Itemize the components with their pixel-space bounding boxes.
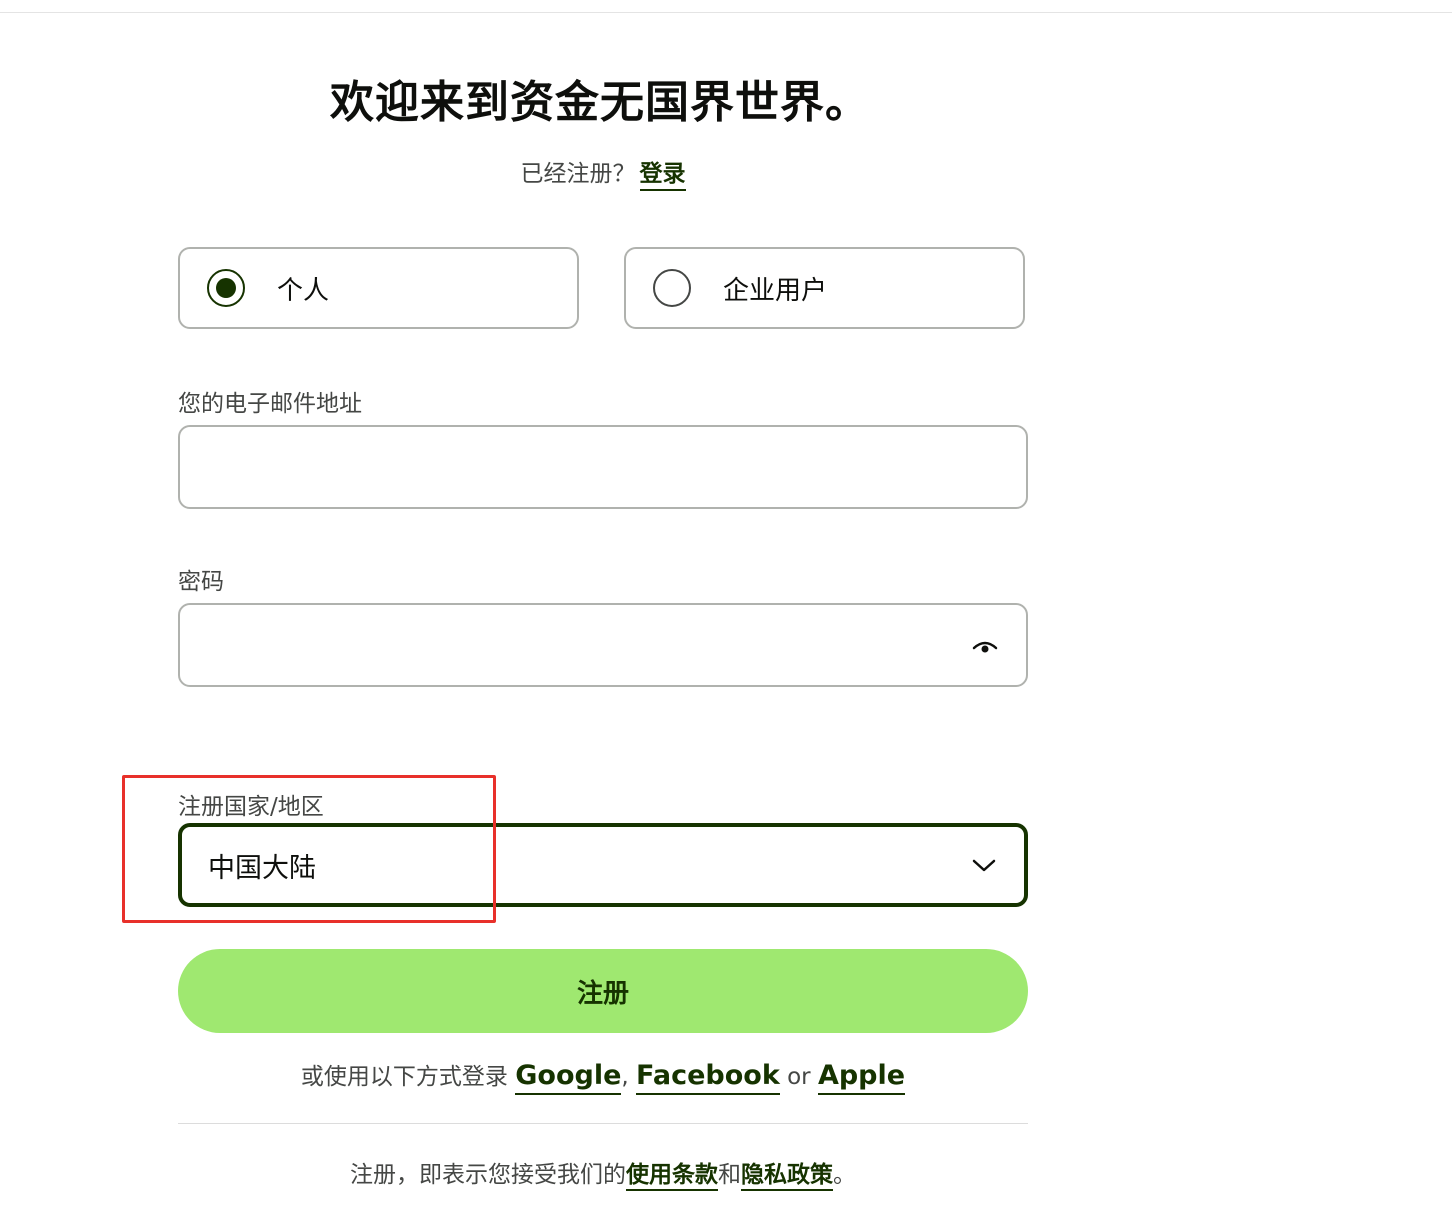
page-title: 欢迎来到资金无国界世界。 [330, 77, 870, 128]
country-label: 注册国家/地区 [178, 794, 324, 820]
terms-and: 和 [718, 1162, 741, 1188]
signin-prompt: 已经注册？ 登录 [0, 154, 1206, 191]
business-radio[interactable] [653, 269, 691, 307]
personal-radio[interactable] [207, 269, 245, 307]
terms-suffix: 。 [833, 1162, 856, 1188]
email-field[interactable] [178, 425, 1028, 509]
email-label: 您的电子邮件地址 [178, 391, 362, 417]
business-label: 企业用户 [723, 275, 828, 306]
social-login-prefix: 或使用以下方式登录 [300, 1064, 508, 1090]
top-divider [0, 12, 1452, 13]
google-login-link[interactable]: Google [515, 1060, 622, 1095]
apple-login-link[interactable]: Apple [817, 1060, 906, 1095]
login-link[interactable]: 登录 [639, 161, 686, 191]
country-select[interactable]: 中国大陆 [178, 823, 1028, 907]
password-field[interactable] [178, 603, 1028, 687]
or-text: or [787, 1064, 811, 1090]
already-registered-text: 已经注册？ [520, 161, 636, 187]
chevron-down-icon [972, 855, 996, 875]
country-selected-value: 中国大陆 [208, 852, 316, 884]
personal-label: 个人 [277, 275, 330, 306]
register-button[interactable]: 注册 [178, 949, 1028, 1033]
privacy-policy-link[interactable]: 隐私政策 [741, 1162, 833, 1191]
comma-separator: , [621, 1064, 629, 1090]
account-type-business[interactable]: 企业用户 [624, 247, 1025, 329]
terms-of-use-link[interactable]: 使用条款 [626, 1162, 718, 1191]
terms-notice: 注册，即表示您接受我们的使用条款和隐私政策。 [0, 1155, 1206, 1191]
account-type-personal[interactable]: 个人 [178, 247, 579, 329]
password-label: 密码 [178, 569, 224, 595]
footer-divider [178, 1123, 1028, 1124]
facebook-login-link[interactable]: Facebook [636, 1060, 780, 1095]
terms-prefix: 注册，即表示您接受我们的 [350, 1162, 626, 1188]
social-login-row: 或使用以下方式登录 Google, Facebook or Apple [0, 1057, 1206, 1095]
eye-icon[interactable] [970, 636, 1000, 660]
